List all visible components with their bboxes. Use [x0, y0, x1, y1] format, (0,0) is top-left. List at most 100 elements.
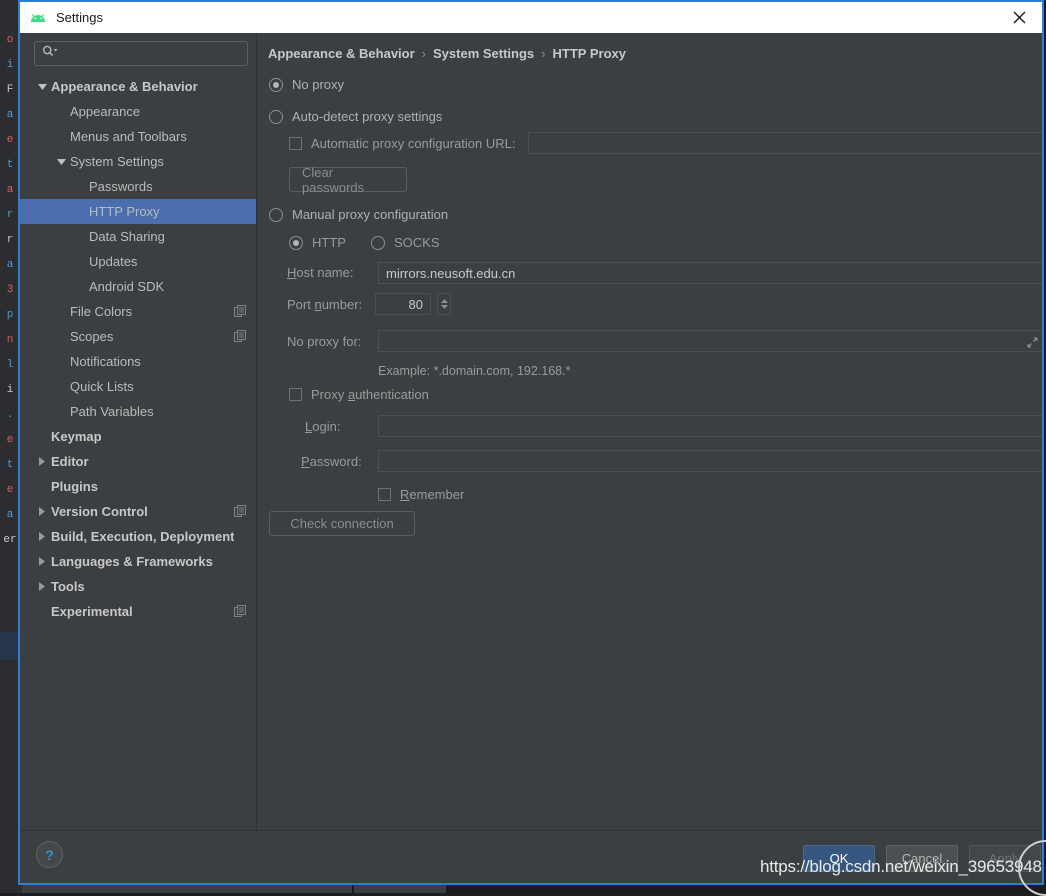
sidebar-item-languages-frameworks[interactable]: Languages & Frameworks: [20, 549, 256, 574]
login-field[interactable]: [378, 415, 1042, 437]
host-name-label-rest: ost name:: [296, 265, 353, 280]
http-radio[interactable]: [289, 236, 303, 250]
chevron-down-icon[interactable]: [55, 156, 67, 168]
sidebar-item-tools[interactable]: Tools: [20, 574, 256, 599]
sidebar-item-file-colors[interactable]: File Colors: [20, 299, 256, 324]
sidebar-item-build-execution-deployment[interactable]: Build, Execution, Deployment: [20, 524, 256, 549]
sidebar-item-appearance-behavior[interactable]: Appearance & Behavior: [20, 74, 256, 99]
editor-char: p: [0, 303, 20, 328]
sidebar-item-android-sdk[interactable]: Android SDK: [20, 274, 256, 299]
editor-char: e: [0, 478, 20, 503]
editor-char: a: [0, 253, 20, 278]
editor-char: t: [0, 453, 20, 478]
auto-detect-option[interactable]: Auto-detect proxy settings: [269, 109, 442, 124]
remember-checkbox[interactable]: [378, 488, 391, 501]
copy-config-icon[interactable]: [234, 305, 246, 320]
socks-option[interactable]: SOCKS: [371, 235, 440, 250]
sidebar-item-data-sharing[interactable]: Data Sharing: [20, 224, 256, 249]
no-proxy-radio[interactable]: [269, 78, 283, 92]
editor-char: i: [0, 53, 20, 78]
http-option[interactable]: HTTP: [289, 235, 346, 250]
password-label: Password:: [301, 454, 362, 469]
sidebar-item-keymap[interactable]: Keymap: [20, 424, 256, 449]
sidebar-item-label: HTTP Proxy: [89, 204, 160, 219]
breadcrumb: Appearance & Behavior › System Settings …: [268, 46, 1042, 61]
settings-tree: Appearance & Behavior AppearanceMenus and…: [20, 74, 256, 624]
breadcrumb-part-3: HTTP Proxy: [553, 46, 626, 61]
copy-config-icon[interactable]: [234, 330, 246, 345]
auto-url-field[interactable]: [528, 132, 1042, 154]
editor-char: r: [0, 203, 20, 228]
sidebar-item-http-proxy[interactable]: HTTP Proxy: [20, 199, 256, 224]
host-name-label: Host name:: [287, 265, 353, 280]
manual-proxy-radio[interactable]: [269, 208, 283, 222]
help-button[interactable]: ?: [36, 841, 63, 868]
editor-char: t: [0, 153, 20, 178]
password-field[interactable]: [378, 450, 1042, 472]
editor-char: e: [0, 428, 20, 453]
sidebar-item-experimental[interactable]: Experimental: [20, 599, 256, 624]
sidebar-item-scopes[interactable]: Scopes: [20, 324, 256, 349]
editor-char: a: [0, 103, 20, 128]
ok-button[interactable]: OK: [803, 845, 875, 872]
sidebar-item-label: Appearance & Behavior: [51, 79, 198, 94]
sidebar-item-appearance[interactable]: Appearance: [20, 99, 256, 124]
copy-config-icon[interactable]: [234, 605, 246, 620]
close-icon[interactable]: [997, 2, 1042, 33]
sidebar-item-version-control[interactable]: Version Control: [20, 499, 256, 524]
clear-passwords-button[interactable]: Clear passwords: [289, 167, 407, 192]
login-label: Login:: [305, 419, 340, 434]
port-number-field[interactable]: 80: [375, 293, 431, 315]
chevron-right-icon[interactable]: [36, 456, 48, 468]
no-proxy-for-field[interactable]: [378, 330, 1042, 352]
apply-button[interactable]: Apply: [969, 845, 1041, 872]
sidebar-item-editor[interactable]: Editor: [20, 449, 256, 474]
sidebar-item-notifications[interactable]: Notifications: [20, 349, 256, 374]
http-label: HTTP: [312, 235, 346, 250]
chevron-right-icon[interactable]: [36, 531, 48, 543]
sidebar-item-label: Experimental: [51, 604, 133, 619]
sidebar-item-label: Data Sharing: [89, 229, 165, 244]
auto-url-label: Automatic proxy configuration URL:: [311, 136, 515, 151]
auto-url-checkbox-row[interactable]: Automatic proxy configuration URL:: [289, 136, 515, 151]
editor-char: i: [0, 378, 20, 403]
sidebar-item-passwords[interactable]: Passwords: [20, 174, 256, 199]
proxy-auth-row[interactable]: Proxy authentication: [289, 387, 429, 402]
remember-row[interactable]: Remember: [378, 487, 464, 502]
apply-label: Apply: [989, 851, 1022, 866]
sidebar-item-quick-lists[interactable]: Quick Lists: [20, 374, 256, 399]
manual-proxy-option[interactable]: Manual proxy configuration: [269, 207, 448, 222]
copy-config-icon[interactable]: [234, 505, 246, 520]
chevron-down-icon[interactable]: [36, 81, 48, 93]
breadcrumb-part-1[interactable]: Appearance & Behavior: [268, 46, 415, 61]
breadcrumb-part-2[interactable]: System Settings: [433, 46, 534, 61]
no-proxy-option[interactable]: No proxy: [269, 77, 344, 92]
sidebar-item-label: Plugins: [51, 479, 98, 494]
sidebar-item-menus-and-toolbars[interactable]: Menus and Toolbars: [20, 124, 256, 149]
chevron-right-icon[interactable]: [36, 581, 48, 593]
search-input[interactable]: [34, 41, 248, 66]
settings-sidebar: Appearance & Behavior AppearanceMenus and…: [20, 33, 257, 831]
editor-char: 3: [0, 278, 20, 303]
editor-char: e: [0, 128, 20, 153]
chevron-right-icon[interactable]: [36, 506, 48, 518]
proxy-auth-checkbox[interactable]: [289, 388, 302, 401]
expand-icon[interactable]: [1027, 336, 1038, 351]
auto-url-checkbox[interactable]: [289, 137, 302, 150]
editor-char: a: [0, 503, 20, 528]
sidebar-item-system-settings[interactable]: System Settings: [20, 149, 256, 174]
editor-char: a: [0, 178, 20, 203]
sidebar-item-path-variables[interactable]: Path Variables: [20, 399, 256, 424]
socks-radio[interactable]: [371, 236, 385, 250]
host-name-field[interactable]: mirrors.neusoft.edu.cn: [378, 262, 1042, 284]
port-label-post: umber:: [322, 297, 362, 312]
cancel-button[interactable]: Cancel: [886, 845, 958, 872]
check-connection-button[interactable]: Check connection: [269, 511, 415, 536]
chevron-right-icon[interactable]: [36, 556, 48, 568]
editor-char: l: [0, 353, 20, 378]
sidebar-item-label: Version Control: [51, 504, 148, 519]
port-number-spinner[interactable]: [437, 293, 451, 315]
auto-detect-radio[interactable]: [269, 110, 283, 124]
sidebar-item-updates[interactable]: Updates: [20, 249, 256, 274]
sidebar-item-plugins[interactable]: Plugins: [20, 474, 256, 499]
